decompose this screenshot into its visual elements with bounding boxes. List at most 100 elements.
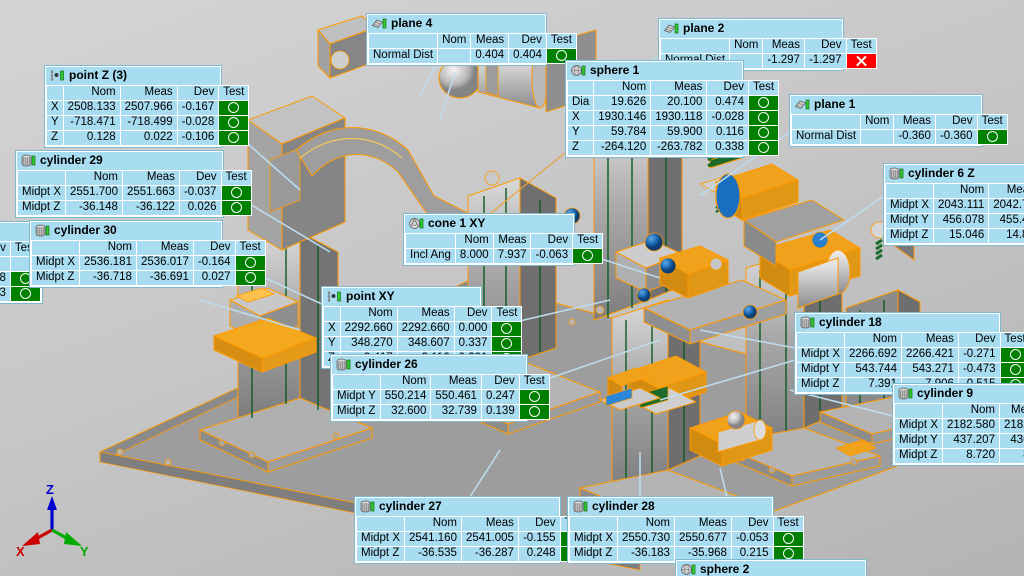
cell-dev: 0.404 bbox=[508, 48, 547, 64]
header-nom: Nom bbox=[379, 374, 432, 390]
header-test: Test bbox=[772, 516, 804, 532]
table-row: X 2292.660 2292.660 0.000 bbox=[323, 321, 523, 337]
cmm-viewport[interactable]: Z X Y point Z (3) Nom Meas Dev Test X 2508.133… bbox=[0, 0, 1024, 576]
cell-dev: 0.116 bbox=[706, 125, 749, 141]
cell-nom: 2043.111 bbox=[932, 198, 990, 214]
measurement-box-title[interactable]: sphere 2 bbox=[677, 561, 865, 576]
status-badge-pass bbox=[747, 140, 780, 156]
circle-icon bbox=[501, 338, 513, 350]
status-badge-pass bbox=[518, 389, 550, 405]
measurement-box-cylinder-28[interactable]: cylinder 28 Nom Meas Dev Test Midpt X 2550.730… bbox=[568, 497, 804, 563]
measurement-box-sphere-1[interactable]: sphere 1 Nom Meas Dev Test Dia 19.626 20.100 0.4… bbox=[566, 61, 780, 157]
point-icon bbox=[327, 290, 342, 303]
measurement-box-cylinder-18[interactable]: cylinder 18 Nom Meas Dev Test Midpt X 2266.692… bbox=[795, 313, 1024, 394]
measurement-box-title[interactable]: cylinder 28 bbox=[569, 498, 772, 516]
cell-dev: 0.247 bbox=[480, 389, 520, 405]
header-blank bbox=[17, 170, 66, 186]
header-dev: Dev bbox=[517, 516, 561, 532]
header-meas: Meas bbox=[673, 516, 732, 532]
row-label: Midpt X bbox=[569, 531, 618, 547]
circle-icon bbox=[758, 127, 770, 139]
header-test: Test bbox=[999, 332, 1024, 348]
cell-dev: 0.068 bbox=[0, 271, 11, 287]
measurement-box-title[interactable]: point Z (3) bbox=[46, 67, 220, 85]
row-label: X bbox=[46, 100, 64, 116]
measurement-box-title[interactable]: plane 1 bbox=[791, 96, 981, 114]
measurement-box-title[interactable]: sphere 1 bbox=[567, 62, 742, 80]
measurement-box-title[interactable]: cylinder 29 bbox=[17, 152, 222, 170]
measurement-box-title[interactable]: plane 2 bbox=[660, 20, 842, 38]
measurement-box-title[interactable]: point XY bbox=[323, 288, 480, 306]
row-label: Y bbox=[566, 125, 595, 141]
header-blank bbox=[356, 516, 405, 532]
measurement-box-title[interactable]: plane 4 bbox=[368, 15, 545, 33]
cell-nom: 32.600 bbox=[379, 404, 432, 420]
cell-dev: -0.028 bbox=[176, 115, 220, 131]
measurement-box-cylinder-27[interactable]: cylinder 27 NomMeasDevTestMidpt X2541.160… bbox=[355, 497, 591, 563]
measurement-box-sphere-2[interactable]: sphere 2 bbox=[676, 560, 866, 576]
table-row: Midpt Z 32.600 32.739 0.139 bbox=[332, 404, 550, 420]
feature-name-label: point XY bbox=[346, 289, 395, 304]
header-dev: Dev bbox=[957, 332, 1001, 348]
cell-meas: 2541.005 bbox=[460, 531, 519, 547]
header-meas: Meas bbox=[988, 183, 1024, 199]
header-blank bbox=[569, 516, 618, 532]
cell-nom: 2541.160 bbox=[404, 531, 462, 547]
cell-meas: 550.461 bbox=[430, 389, 482, 405]
measurement-box-cylinder-9[interactable]: cylinder 9 NomMeasDevTestMidpt X2182.5802… bbox=[893, 384, 1024, 465]
measurement-box-title[interactable]: cylinder 18 bbox=[796, 314, 999, 332]
measurement-box-cylinder-26[interactable]: cylinder 26 Nom Meas Dev Test Midpt Y 550.214 5… bbox=[331, 355, 550, 421]
header-nom: Nom bbox=[729, 38, 764, 54]
cell-nom: 8.000 bbox=[454, 248, 494, 264]
measurement-box-cone-1-xy[interactable]: cone 1 XY Nom Meas Dev Test Incl Ang 8.000 7.93… bbox=[404, 214, 604, 265]
measurement-box-cylinder-29[interactable]: cylinder 29 Nom Meas Dev Test Midpt X 2551.700… bbox=[16, 151, 252, 217]
cell-dev bbox=[0, 256, 11, 272]
cell-nom bbox=[860, 129, 895, 145]
header-test: Test bbox=[747, 80, 780, 96]
status-badge-pass bbox=[234, 255, 266, 271]
measurement-box-title[interactable]: cylinder 26 bbox=[332, 356, 526, 374]
measurement-box-title[interactable]: cylinder 30 bbox=[31, 222, 221, 240]
measurement-box-title[interactable]: cone 1 XY bbox=[405, 215, 573, 233]
header-meas: Meas bbox=[900, 332, 959, 348]
cell-dev: -0.106 bbox=[176, 130, 220, 146]
cell-nom: 2266.692 bbox=[844, 347, 902, 363]
plane-icon bbox=[795, 98, 810, 111]
header-meas: Meas bbox=[430, 374, 482, 390]
row-label: Midpt X bbox=[17, 185, 66, 201]
row-label: Y bbox=[46, 115, 64, 131]
table-header-row: NomMeasDevTest bbox=[332, 374, 550, 390]
measurement-table: NomMeasDevTestMidpt X2541.1602541.005-0.… bbox=[356, 516, 591, 562]
cell-nom: 550.214 bbox=[379, 389, 432, 405]
measurement-table: Nom Meas Dev Test X 2508.133 2507.966 -0.167 Y -7… bbox=[46, 85, 250, 146]
header-dev: Dev bbox=[480, 374, 520, 390]
row-label: Midpt Y bbox=[796, 362, 845, 378]
measurement-box-title[interactable]: cylinder 9 bbox=[894, 385, 1024, 403]
measurement-box-plane-1[interactable]: plane 1 Nom Meas Dev Test Normal Dist -0.360 -0… bbox=[790, 95, 1008, 146]
cell-nom: 2508.133 bbox=[62, 100, 121, 116]
measurement-box-title[interactable]: cylinder 27 bbox=[356, 498, 559, 516]
circle-icon bbox=[1009, 349, 1021, 361]
measurement-box-cylinder-6-z[interactable]: cylinder 6 Z NomMeasDevTestMidpt X2043.11… bbox=[884, 164, 1024, 245]
measurement-box-point-z-3[interactable]: point Z (3) Nom Meas Dev Test X 2508.133 2507.9… bbox=[45, 66, 250, 147]
cell-meas: 2292.660 bbox=[396, 321, 455, 337]
cell-dev: -0.164 bbox=[192, 255, 236, 271]
cell-meas: 2266.421 bbox=[900, 347, 959, 363]
row-label: Midpt X bbox=[796, 347, 845, 363]
table-header-row: NomMeasDevTest bbox=[796, 332, 1024, 348]
table-header-row: NomMeasDevTest bbox=[46, 85, 250, 101]
header-dev: Dev bbox=[934, 114, 978, 130]
table-header-row: NomMeasDevTest bbox=[323, 306, 523, 322]
feature-name-label: point Z (3) bbox=[69, 68, 127, 83]
circle-icon bbox=[228, 117, 240, 129]
cell-meas: 348.607 bbox=[396, 336, 455, 352]
table-row: Midpt Z -36.148 -36.122 0.026 bbox=[17, 200, 252, 216]
measurement-box-plane-4[interactable]: plane 4 Nom Meas Dev Test Normal Dist 0.404 0.4… bbox=[367, 14, 578, 65]
circle-icon bbox=[582, 250, 594, 262]
measurement-box-cylinder-30[interactable]: cylinder 30 Nom Meas Dev Test Midpt X 2536.181… bbox=[30, 221, 266, 287]
measurement-box-title[interactable]: cylinder 6 Z bbox=[885, 165, 1024, 183]
header-dev: Dev bbox=[178, 170, 222, 186]
point-icon bbox=[50, 69, 65, 82]
cell-meas: -36.287 bbox=[460, 546, 519, 562]
table-row: Midpt X 2551.700 2551.663 -0.037 bbox=[17, 185, 252, 201]
